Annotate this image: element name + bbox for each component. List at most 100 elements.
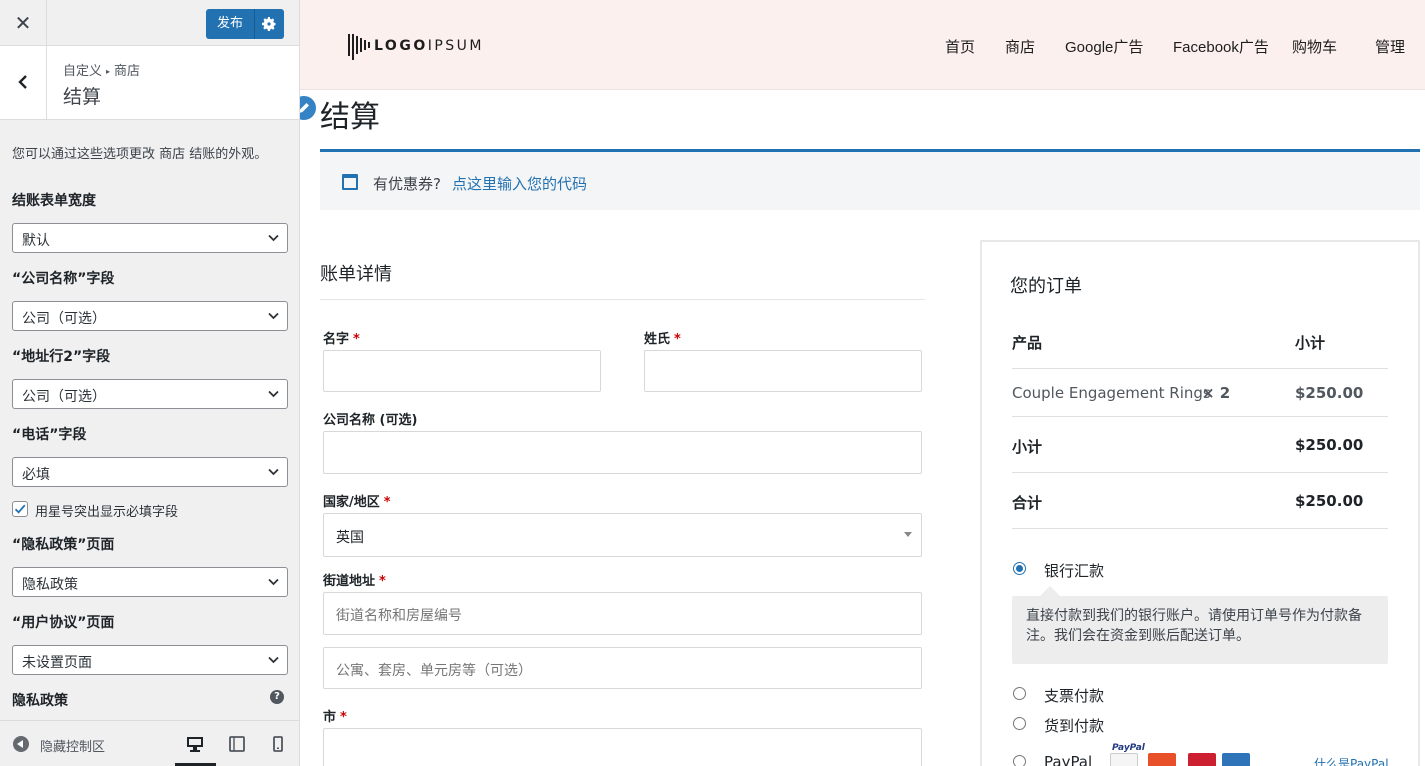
amex-card-icon xyxy=(1222,753,1250,766)
site-header: LOGOIPSUM 首页 商店 Google广告 Facebook广告 购物车 … xyxy=(300,0,1425,90)
highlight-required-label: 用星号突出显示必填字段 xyxy=(35,505,179,520)
coupon-text: 有优惠券? xyxy=(373,175,441,193)
company-label: 公司名称 (可选) xyxy=(323,413,418,428)
country-label: 国家/地区 * xyxy=(323,491,391,510)
city-label-text: 市 xyxy=(323,710,337,725)
mobile-preview-icon[interactable] xyxy=(269,735,287,753)
pencil-icon xyxy=(300,103,309,113)
country-label-text: 国家/地区 xyxy=(323,495,380,510)
highlight-required-checkbox[interactable] xyxy=(12,501,28,517)
chevron-left-icon xyxy=(18,75,27,89)
nav-item-facebook-ads[interactable]: Facebook广告 xyxy=(1173,36,1269,57)
what-is-paypal-link[interactable]: 什么是PayPal xyxy=(1314,755,1389,766)
billing-divider xyxy=(320,299,925,300)
required-mark: * xyxy=(379,574,386,589)
collapse-icon[interactable] xyxy=(13,736,29,752)
company-field-label: “公司名称”字段 xyxy=(12,271,115,287)
first-name-input[interactable] xyxy=(323,350,601,392)
city-label: 市 * xyxy=(323,706,347,725)
tablet-preview-icon[interactable] xyxy=(228,735,246,753)
payment-label-bank[interactable]: 银行汇款 xyxy=(1044,560,1104,581)
order-item-name: Couple Engagement Rings xyxy=(1012,384,1211,402)
required-mark: * xyxy=(674,332,681,347)
back-button[interactable] xyxy=(0,46,47,120)
chevron-down-icon xyxy=(268,390,279,398)
publish-divider xyxy=(254,9,255,39)
payment-radio-cod[interactable] xyxy=(1013,717,1026,730)
payment-label-paypal[interactable]: PayPal xyxy=(1044,753,1092,766)
section-header: 自定义 ▸ 商店 结算 xyxy=(0,46,299,120)
order-item-qty: × 2 xyxy=(1202,384,1231,402)
total-value: $250.00 xyxy=(1295,492,1364,510)
payment-radio-bank[interactable] xyxy=(1013,562,1026,575)
form-width-select[interactable]: 默认 xyxy=(12,223,288,253)
publish-label: 发布 xyxy=(217,16,244,31)
nav-item-home[interactable]: 首页 xyxy=(945,36,975,57)
total-label: 合计 xyxy=(1012,494,1043,512)
required-mark: * xyxy=(383,495,391,510)
form-width-label: 结账表单宽度 xyxy=(12,193,96,209)
subtotal-label: 小计 xyxy=(1012,438,1043,456)
phone-field-label: “电话”字段 xyxy=(12,427,87,443)
phone-field-select[interactable]: 必填 xyxy=(12,457,288,487)
section-title: 结算 xyxy=(63,86,102,108)
breadcrumb-root: 自定义 xyxy=(63,64,103,79)
close-customizer-button[interactable]: ✕ xyxy=(0,0,47,46)
country-select[interactable]: 英国 xyxy=(323,513,922,557)
required-mark: * xyxy=(340,710,347,725)
privacy-page-select[interactable]: 隐私政策 xyxy=(12,567,288,597)
nav-item-google-ads[interactable]: Google广告 xyxy=(1065,36,1143,57)
last-name-label: 姓氏 * xyxy=(644,328,681,347)
maestro-card-icon xyxy=(1188,753,1216,766)
privacy-page-value: 隐私政策 xyxy=(22,577,78,593)
section-description: 您可以通过这些选项更改 商店 结账的外观。 xyxy=(12,147,268,162)
row-divider xyxy=(1012,368,1388,369)
payment-label-cheque[interactable]: 支票付款 xyxy=(1044,685,1104,706)
calendar-icon xyxy=(342,174,358,190)
bank-transfer-description: 直接付款到我们的银行账户。请使用订单号作为付款备注。我们会在资金到账后配送订单。 xyxy=(1012,586,1388,664)
terms-page-select[interactable]: 未设置页面 xyxy=(12,645,288,675)
address2-field-value: 公司（可选） xyxy=(22,389,106,405)
customizer-footer: 隐藏控制区 xyxy=(0,720,299,766)
street2-placeholder: 公寓、套房、单元房等（可选） xyxy=(336,663,532,679)
page-title: 结算 xyxy=(320,100,380,135)
phone-field-value: 必填 xyxy=(22,467,50,483)
company-field-select[interactable]: 公司（可选） xyxy=(12,301,288,331)
payment-radio-paypal[interactable] xyxy=(1013,755,1026,766)
terms-page-value: 未设置页面 xyxy=(22,655,92,671)
order-heading: 您的订单 xyxy=(1010,276,1082,297)
row-divider xyxy=(1012,416,1388,417)
customizer-header: ✕ 发布 xyxy=(0,0,299,46)
privacy-policy-heading: 隐私政策 xyxy=(12,693,68,709)
street-label: 街道地址 * xyxy=(323,570,386,589)
required-mark: * xyxy=(353,332,360,347)
nav-item-shop[interactable]: 商店 xyxy=(1005,36,1035,57)
nav-item-cart[interactable]: 购物车 xyxy=(1292,36,1337,57)
nav-item-admin[interactable]: 管理 xyxy=(1375,36,1405,57)
address2-field-label: “地址行2”字段 xyxy=(12,349,111,365)
desktop-preview-icon[interactable] xyxy=(186,735,204,753)
form-width-value: 默认 xyxy=(22,233,50,249)
street-input[interactable]: 街道名称和房屋编号 xyxy=(323,592,922,635)
hide-controls-button[interactable]: 隐藏控制区 xyxy=(40,736,105,755)
chevron-down-icon xyxy=(268,656,279,664)
coupon-link[interactable]: 点这里输入您的代码 xyxy=(452,173,587,194)
breadcrumb-arrow-icon: ▸ xyxy=(106,67,111,76)
site-preview: LOGOIPSUM 首页 商店 Google广告 Facebook广告 购物车 … xyxy=(300,0,1425,766)
last-name-label-text: 姓氏 xyxy=(644,332,671,347)
billing-heading: 账单详情 xyxy=(320,264,392,285)
address2-field-select[interactable]: 公司（可选） xyxy=(12,379,288,409)
publish-button[interactable]: 发布 xyxy=(206,9,284,39)
street2-input[interactable]: 公寓、套房、单元房等（可选） xyxy=(323,647,922,689)
help-icon[interactable]: ? xyxy=(270,690,284,704)
company-input[interactable] xyxy=(323,431,922,474)
last-name-input[interactable] xyxy=(644,350,922,392)
chevron-down-icon xyxy=(268,468,279,476)
first-name-label: 名字 * xyxy=(323,328,360,347)
city-input[interactable] xyxy=(323,728,922,766)
edit-shortcut-button[interactable] xyxy=(300,94,318,122)
column-subtotal: 小计 xyxy=(1295,334,1326,352)
gear-icon[interactable] xyxy=(261,15,277,33)
payment-label-cod[interactable]: 货到付款 xyxy=(1044,715,1104,736)
payment-radio-cheque[interactable] xyxy=(1013,687,1026,700)
